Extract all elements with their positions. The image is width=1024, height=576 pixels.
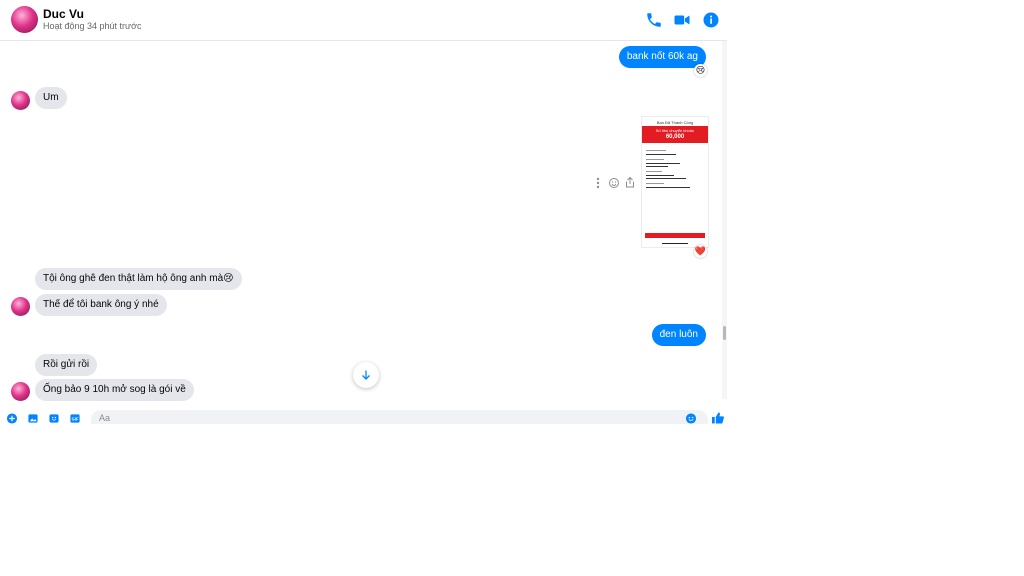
emoji-icon[interactable] (685, 413, 697, 424)
scrollbar-thumb[interactable] (723, 326, 726, 340)
photo-icon[interactable] (27, 413, 39, 424)
image-title: Bạn Đã Thanh Công (656, 120, 694, 125)
contact-avatar-small[interactable] (11, 382, 30, 401)
reaction-sad-icon[interactable]: 😢 (694, 64, 707, 77)
svg-text:GIF: GIF (72, 416, 79, 421)
message-bubble-incoming[interactable]: Ống bảo 9 10h mở sog là gói về (35, 379, 194, 401)
info-icon[interactable] (702, 11, 720, 29)
image-detail-lines (646, 147, 704, 205)
contact-status: Hoạt động 34 phút trước (43, 21, 142, 31)
message-scrollbar[interactable] (722, 41, 727, 399)
scroll-to-bottom-button[interactable] (353, 362, 379, 388)
contact-name[interactable]: Duc Vu (43, 7, 84, 21)
sticker-icon[interactable] (48, 413, 60, 424)
arrow-down-icon (362, 370, 370, 380)
image-home-indicator (662, 243, 688, 244)
video-icon[interactable] (673, 11, 691, 29)
reaction-heart-icon[interactable]: ❤️ (694, 245, 707, 258)
gif-icon[interactable]: GIF (69, 413, 81, 424)
chat-header: Duc Vu Hoạt động 34 phút trước (0, 0, 727, 41)
image-amount-label: Số tiền chuyển khoản (655, 128, 695, 133)
emoji-react-icon[interactable] (608, 177, 620, 189)
image-amount-banner: Số tiền chuyển khoản 60,000 (642, 126, 708, 143)
image-action-bar (645, 233, 705, 238)
contact-avatar[interactable] (11, 6, 38, 33)
image-amount: 60,000 (665, 134, 685, 140)
more-actions-icon[interactable] (594, 177, 602, 189)
plus-circle-icon[interactable] (6, 413, 18, 424)
message-list[interactable]: bank nốt 60k ag 😢 Um Bạn Đã Thanh Công S… (0, 41, 722, 409)
message-bubble-outgoing[interactable]: bank nốt 60k ag (618, 46, 706, 68)
composer-bar: GIF Aa (0, 409, 727, 424)
phone-icon[interactable] (645, 11, 663, 29)
message-bubble-incoming[interactable]: Thế để tôi bank ông ý nhé (35, 294, 167, 316)
contact-avatar-small[interactable] (11, 297, 30, 316)
message-bubble-incoming[interactable]: Um (35, 87, 67, 109)
message-bubble-outgoing[interactable]: đen luôn (651, 324, 706, 346)
share-icon[interactable] (624, 176, 636, 189)
message-bubble-incoming[interactable]: Tội ông ghê đen thật làm hộ ông anh mà😢 (35, 268, 242, 290)
thumbs-up-icon[interactable] (711, 412, 725, 424)
message-input[interactable]: Aa (91, 410, 708, 424)
contact-avatar-small[interactable] (11, 91, 30, 110)
image-attachment[interactable]: Bạn Đã Thanh Công Số tiền chuyển khoản 6… (641, 116, 709, 248)
chat-window: Duc Vu Hoạt động 34 phút trước bank nốt … (0, 0, 727, 424)
message-bubble-incoming[interactable]: Rồi gửi rồi (35, 354, 98, 376)
